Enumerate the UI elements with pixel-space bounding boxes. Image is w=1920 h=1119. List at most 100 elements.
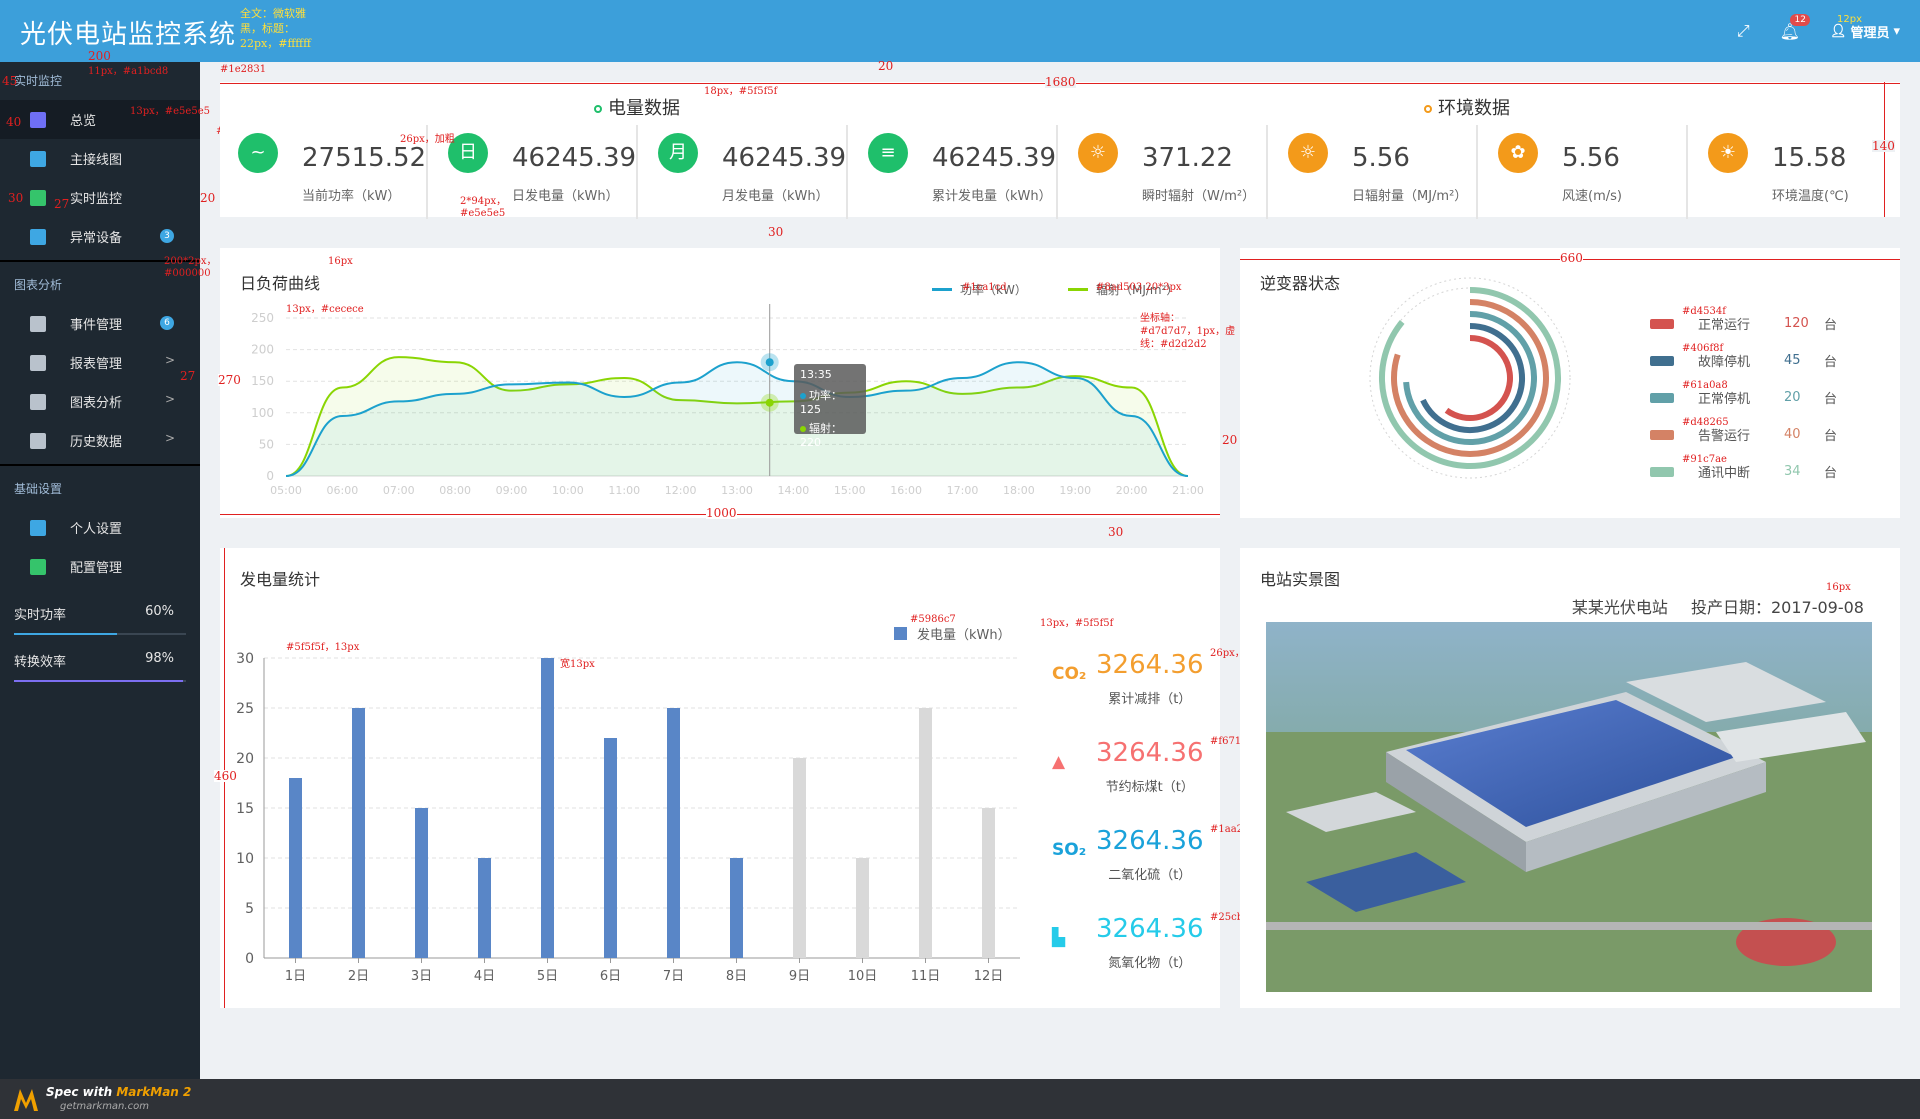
load-curve-card: 日负荷曲线 0 50 100 150 200 250 05:00 06:00 07:00 08:0… [220,248,1220,518]
y-tick-label: 0 [266,469,274,483]
grid-icon [30,558,46,575]
sidebar-item-table[interactable]: 事件管理 6 [0,304,200,343]
env-stat: 3264.36 累计减排（t） [1096,650,1204,707]
stat-value: 46245.39 [722,143,847,173]
stat-icon: 月 [658,133,698,173]
x-tick-label: 05:00 [270,484,302,497]
bar [415,808,428,958]
sidebar-item-gear[interactable]: 个人设置 [0,508,200,547]
tooltip-power: 功率：125 [800,389,842,416]
progress-percent: 98% [145,651,174,666]
annotation-left-gap: 20 [200,191,216,205]
y-tick-label: 20 [236,751,254,767]
env-label: 节约标煤t（t） [1105,780,1194,795]
stat-label: 当前功率（kW） [302,189,401,204]
bar [289,778,302,958]
sidebar-divider [0,590,200,592]
y-tick-label: 200 [251,343,274,357]
bar [856,858,869,958]
ring-guide [1369,277,1571,479]
footer-site: getmarkman.com [60,1101,149,1112]
status-unit: 台 [1824,466,1838,481]
home-icon [30,111,46,128]
tooltip-time: 13:35 [800,368,832,381]
stat-icon: ☼ [1288,133,1328,173]
inverter-status-row: 正常运行 120 台 [1650,314,1837,333]
sidebar: 实时监控 总览 主接线图 实时监控 异常设备 3 图表分析 事件管理 6 报表管理 > 图表分析 > 历史… [0,62,200,1079]
x-tick-label: 2日 [348,969,369,984]
stat-icon: ~ [238,133,278,173]
x-tick-label: 17:00 [947,484,979,497]
annotation-27b: 27 [180,369,196,383]
fullscreen-icon[interactable]: ⤢ [1737,21,1750,41]
sidebar-divider [0,464,200,466]
x-tick-label: 12:00 [665,484,697,497]
sidebar-item-chart[interactable]: 实时监控 [0,178,200,217]
sidebar-progress: 实时功率 60% [0,596,200,643]
bar [982,808,995,958]
annotation-series1-color: #1ca1cd [962,282,1007,293]
status-unit: 台 [1824,392,1838,407]
x-tick-label: 12日 [974,969,1004,984]
sidebar-item-device[interactable]: 异常设备 3 [0,217,200,256]
stat-value: 371.22 [1142,143,1233,173]
generation-legend: 发电量（kWh） [894,624,1011,643]
annotation-ytick-font: #5f5f5f，13px [286,642,360,653]
stat-item: ☼ 371.22 瞬时辐射（W/m²） [1060,85,1268,219]
hover-point [765,398,774,407]
annotation-16px: 16px [328,256,353,267]
co2-cloud-icon: CO₂ [1052,664,1087,684]
x-tick-label: 8日 [726,969,747,984]
stat-value: 46245.39 [932,143,1057,173]
sidebar-item-graph[interactable]: 图表分析 > [0,382,200,421]
count-badge: 6 [160,316,174,330]
annotation-user-font: 12px [1837,14,1862,25]
status-ring [1403,311,1537,445]
x-tick-label: 6日 [600,969,621,984]
progress-label: 转换效率 [14,655,67,670]
sidebar-item-list[interactable]: 历史数据 > [0,421,200,460]
annotation-sidebar-font: 11px，#a1bcd8 [88,66,169,77]
plant-info: 某某光伏电站 投产日期：2017-09-08 [1572,594,1864,618]
plant-card: 电站实景图 某某光伏电站 投产日期：2017-09-08 16px [1240,548,1900,1008]
x-tick-label: 11:00 [608,484,640,497]
stat-label: 瞬时辐射（W/m²） [1142,189,1256,204]
inverter-status-row: 告警运行 40 台 [1650,425,1837,444]
stat-icon: ☼ [1078,133,1118,173]
env-label: 二氧化硫（t） [1108,868,1192,883]
y-tick-label: 250 [251,311,274,325]
annotation-sidebar-width: 200 [88,49,111,63]
stat-icon: ≡ [868,133,908,173]
stat-value: 5.56 [1562,143,1620,173]
status-unit: 台 [1824,355,1838,370]
y-tick-label: 0 [245,951,254,967]
load-tooltip: 13:35 功率：125 辐射：220 [794,364,866,449]
legend-swatch [894,627,907,640]
sidebar-item-doc[interactable]: 报表管理 > [0,343,200,382]
stat-separator [1476,125,1478,219]
env-label: 氮氧化物（t） [1108,956,1192,971]
sidebar-item-grid[interactable]: 配置管理 [0,547,200,586]
so2-icon: SO₂ [1052,840,1087,860]
x-tick-label: 18:00 [1003,484,1035,497]
annotation-460: 460 [214,769,237,783]
generation-card: 发电量统计 0 5 10 15 20 25 30 1日 2日 3日 4日 5日 6日 7日 8日 9日 10日 1… [220,548,1220,1008]
list-icon [30,432,46,449]
x-tick-label: 15:00 [834,484,866,497]
sidebar-item-label: 总览 [70,114,97,129]
x-tick-label: 13:00 [721,484,753,497]
chevron-down-icon: ▾ [1893,23,1900,39]
x-tick-label: 21:00 [1172,484,1204,497]
bell-icon[interactable]: 🔔︎ 12 [1780,13,1810,41]
sidebar-item-diagram[interactable]: 主接线图 [0,139,200,178]
x-tick-label: 20:00 [1116,484,1148,497]
diagram-icon [30,150,46,167]
annotation-status-color: #d48265 [1682,417,1729,428]
doc-icon [30,354,46,371]
x-tick-label: 1日 [285,969,306,984]
annotation-40: 40 [6,115,22,129]
annotation-top-gap: 20 [878,59,894,73]
bar [541,658,554,958]
chevron-right-icon: > [165,392,176,406]
stat-value: 5.56 [1352,143,1410,173]
